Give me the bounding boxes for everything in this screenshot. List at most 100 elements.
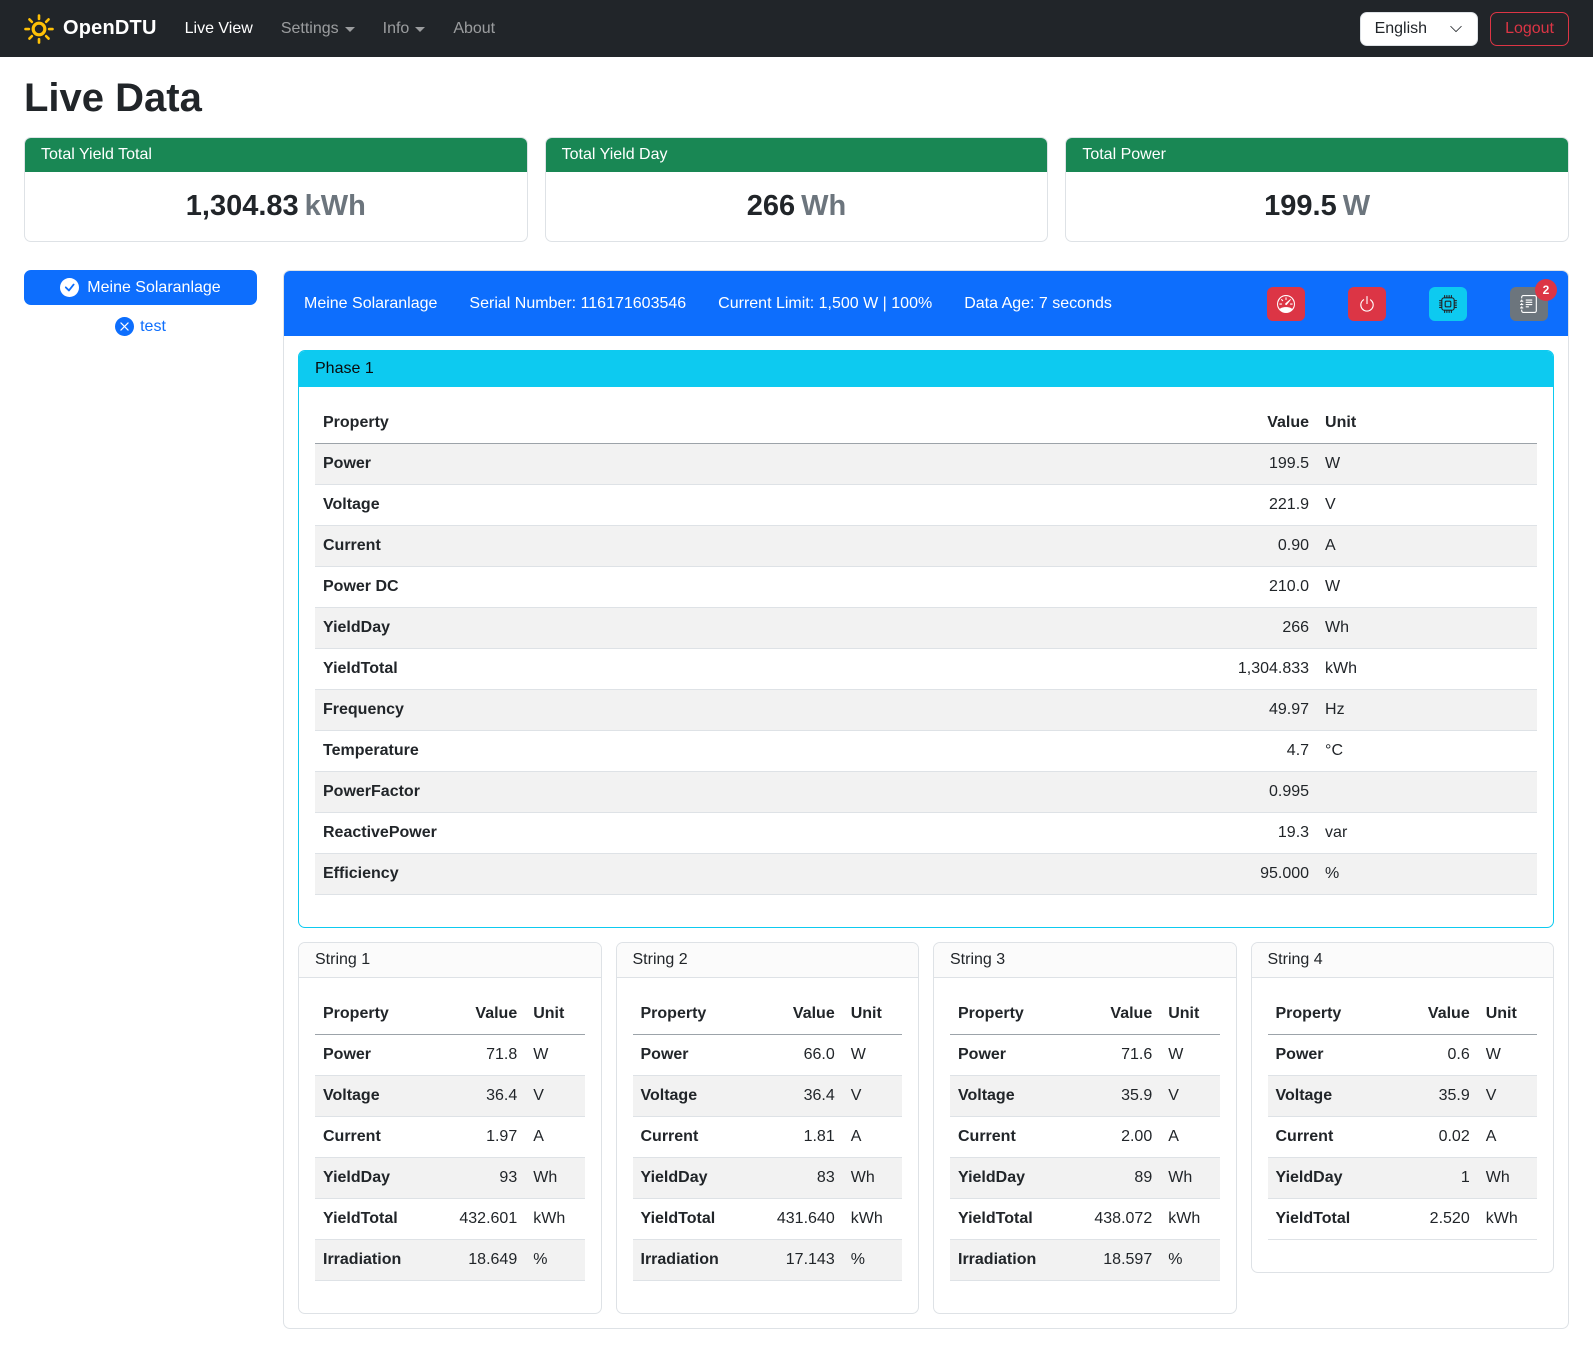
table-row: YieldDay93Wh	[315, 1158, 585, 1199]
summary-cards: Total Yield Total 1,304.83kWh Total Yiel…	[24, 137, 1569, 242]
table-row: Current2.00A	[950, 1117, 1220, 1158]
string-1-table: Property Value Unit Power71.8W Voltage36…	[315, 994, 585, 1281]
nav-link-info[interactable]: Info	[383, 20, 426, 38]
event-log-button[interactable]: 2	[1510, 287, 1548, 321]
inverter-name: Meine Solaranlage	[304, 295, 437, 313]
card-value: 1,304.83	[186, 190, 299, 222]
card-title: Total Power	[1066, 138, 1568, 172]
total-yield-day-card: Total Yield Day 266Wh	[545, 137, 1049, 242]
journal-text-icon	[1520, 295, 1538, 313]
main-content: Live Data Total Yield Total 1,304.83kWh …	[0, 75, 1593, 1353]
table-row: YieldDay1Wh	[1268, 1158, 1538, 1199]
table-row: Voltage35.9V	[1268, 1076, 1538, 1117]
string-3-card: String 3 Property Value Unit	[933, 942, 1237, 1314]
sidebar-item-label: Meine Solaranlage	[87, 279, 220, 297]
table-row: YieldTotal2.520kWh	[1268, 1199, 1538, 1240]
table-header-row: Property Value Unit	[315, 403, 1537, 444]
caret-down-icon	[345, 27, 355, 32]
string-title: String 4	[1252, 943, 1554, 978]
phase-table: Property Value Unit Power199.5W Voltage2…	[315, 403, 1537, 895]
inverter-limit: Current Limit: 1,500 W | 100%	[718, 295, 932, 313]
string-3-table: Property Value Unit Power71.6W Voltage35…	[950, 994, 1220, 1281]
inverter-sidebar: Meine Solaranlage test	[24, 270, 257, 336]
phase-title: Phase 1	[299, 351, 1553, 387]
string-title: String 2	[617, 943, 919, 978]
check-circle-icon	[60, 278, 79, 297]
table-row: Power71.8W	[315, 1035, 585, 1076]
table-row: Power199.5W	[315, 444, 1537, 485]
table-header-row: Property Value Unit	[1268, 994, 1538, 1035]
brand-title: OpenDTU	[63, 17, 157, 40]
card-title: Total Yield Day	[546, 138, 1048, 172]
power-icon	[1358, 295, 1376, 313]
cpu-icon	[1439, 295, 1457, 313]
inverter-panel-body: Phase 1 Property Value Unit	[284, 336, 1568, 1328]
card-title: Total Yield Total	[25, 138, 527, 172]
total-power-card: Total Power 199.5W	[1065, 137, 1569, 242]
inverter-serial: Serial Number: 116171603546	[469, 295, 686, 313]
string-4-table: Property Value Unit Power0.6W Voltage35.…	[1268, 994, 1538, 1240]
navbar: OpenDTU Live View Settings Info About En…	[0, 0, 1593, 57]
sidebar-item-test[interactable]: test	[24, 317, 257, 336]
sun-logo-icon	[24, 14, 54, 44]
logout-button[interactable]: Logout	[1490, 12, 1569, 46]
string-1-card: String 1 Property Value Unit	[298, 942, 602, 1314]
string-4-card: String 4 Property Value Unit	[1251, 942, 1555, 1273]
phase-1-card: Phase 1 Property Value Unit	[298, 350, 1554, 928]
string-2-card: String 2 Property Value Unit	[616, 942, 920, 1314]
table-row: Power DC210.0W	[315, 567, 1537, 608]
table-row: Voltage36.4V	[633, 1076, 903, 1117]
limit-settings-button[interactable]	[1267, 287, 1305, 321]
brand[interactable]: OpenDTU	[24, 14, 157, 44]
table-row: Irradiation18.649%	[315, 1240, 585, 1281]
nav-right: English Logout	[1360, 12, 1569, 46]
inverter-panel: Meine Solaranlage Serial Number: 1161716…	[283, 270, 1569, 1329]
speedometer-icon	[1277, 295, 1295, 313]
card-unit: Wh	[801, 190, 846, 222]
table-row: Frequency49.97Hz	[315, 690, 1537, 731]
table-row: YieldTotal431.640kWh	[633, 1199, 903, 1240]
table-row: Efficiency95.000%	[315, 854, 1537, 895]
nav-link-settings[interactable]: Settings	[281, 20, 355, 38]
total-yield-total-card: Total Yield Total 1,304.83kWh	[24, 137, 528, 242]
card-value: 266	[747, 190, 795, 222]
sidebar-item-label: test	[140, 318, 166, 336]
device-info-button[interactable]	[1429, 287, 1467, 321]
column-property: Property	[315, 403, 1170, 444]
string-title: String 3	[934, 943, 1236, 978]
table-row: YieldDay266Wh	[315, 608, 1537, 649]
chevron-down-icon	[1449, 22, 1463, 36]
table-row: YieldDay83Wh	[633, 1158, 903, 1199]
table-header-row: Property Value Unit	[315, 994, 585, 1035]
table-row: YieldDay89Wh	[950, 1158, 1220, 1199]
nav-link-live-view[interactable]: Live View	[185, 20, 253, 38]
string-title: String 1	[299, 943, 601, 978]
table-row: Voltage36.4V	[315, 1076, 585, 1117]
caret-down-icon	[415, 27, 425, 32]
table-row: Current1.97A	[315, 1117, 585, 1158]
card-value-row: 199.5W	[1066, 172, 1568, 241]
language-value: English	[1375, 20, 1427, 38]
column-value: Value	[1170, 403, 1317, 444]
table-row: YieldTotal1,304.833kWh	[315, 649, 1537, 690]
strings-row: String 1 Property Value Unit	[298, 942, 1554, 1314]
table-header-row: Property Value Unit	[633, 994, 903, 1035]
nav-link-about[interactable]: About	[453, 20, 495, 38]
table-row: YieldTotal432.601kWh	[315, 1199, 585, 1240]
card-value-row: 1,304.83kWh	[25, 172, 527, 241]
table-row: Current0.02A	[1268, 1117, 1538, 1158]
page-title: Live Data	[24, 75, 1569, 121]
table-row: Power71.6W	[950, 1035, 1220, 1076]
phase-card-body: Property Value Unit Power199.5W Voltage2…	[299, 387, 1553, 927]
inverter-panel-header: Meine Solaranlage Serial Number: 1161716…	[284, 271, 1568, 336]
table-row: PowerFactor0.995	[315, 772, 1537, 813]
table-row: Voltage35.9V	[950, 1076, 1220, 1117]
table-row: Current1.81A	[633, 1117, 903, 1158]
nav-links: Live View Settings Info About	[185, 20, 1360, 38]
language-select[interactable]: English	[1360, 12, 1478, 46]
table-row: ReactivePower19.3var	[315, 813, 1537, 854]
power-button[interactable]	[1348, 287, 1386, 321]
sidebar-item-meine-solaranlage[interactable]: Meine Solaranlage	[24, 270, 257, 305]
card-value-row: 266Wh	[546, 172, 1048, 241]
card-unit: kWh	[305, 190, 366, 222]
